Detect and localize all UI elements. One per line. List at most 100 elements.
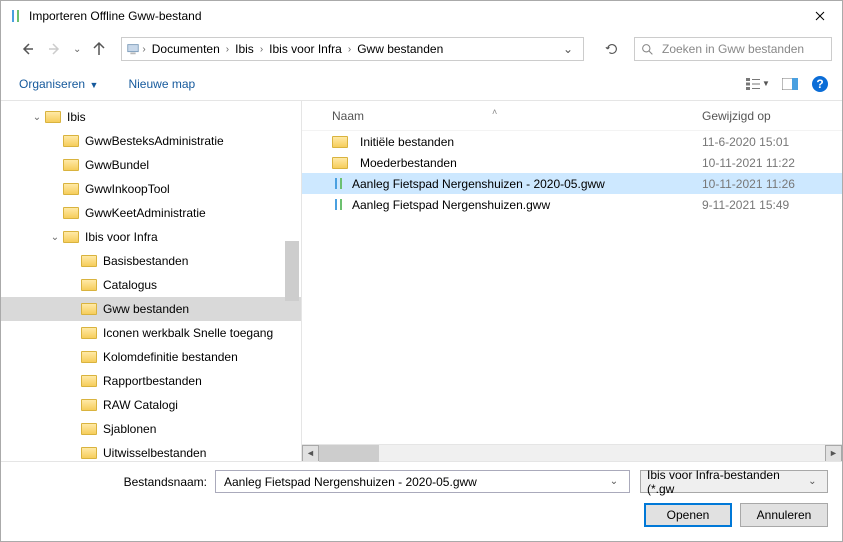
file-list[interactable]: Initiële bestanden11-6-2020 15:01Moederb…: [302, 131, 842, 444]
folder-tree[interactable]: ⌄Ibis GwwBesteksAdministratie GwwBundel Gww…: [1, 101, 301, 461]
tree-item-label: GwwKeetAdministratie: [85, 206, 206, 220]
folder-icon: [81, 399, 97, 411]
tree-item[interactable]: GwwBundel: [1, 153, 301, 177]
column-modified[interactable]: Gewijzigd op: [702, 109, 842, 123]
scrollbar-thumb[interactable]: [319, 445, 379, 462]
chevron-right-icon: ›: [260, 44, 263, 55]
file-type-filter[interactable]: Ibis voor Infra-bestanden (*.gw ⌄: [640, 470, 828, 493]
tree-item[interactable]: Catalogus: [1, 273, 301, 297]
cancel-button[interactable]: Annuleren: [740, 503, 828, 527]
tree-item[interactable]: Iconen werkbalk Snelle toegang: [1, 321, 301, 345]
preview-pane-button[interactable]: [776, 73, 804, 95]
folder-icon: [63, 135, 79, 147]
file-open-dialog: Importeren Offline Gww-bestand ⌄ › Docum…: [0, 0, 843, 542]
tree-item[interactable]: GwwBesteksAdministratie: [1, 129, 301, 153]
arrow-up-icon: [91, 41, 107, 57]
list-item[interactable]: Moederbestanden10-11-2021 11:22: [302, 152, 842, 173]
filename-input[interactable]: [222, 474, 605, 490]
close-button[interactable]: [797, 1, 842, 31]
arrow-right-icon: [47, 41, 63, 57]
tree-item[interactable]: Gww bestanden: [1, 297, 301, 321]
new-folder-button[interactable]: Nieuwe map: [124, 73, 199, 95]
organize-button[interactable]: Organiseren ▼: [15, 73, 102, 95]
breadcrumb-part[interactable]: Ibis: [231, 40, 258, 58]
expander-icon[interactable]: ⌄: [49, 232, 61, 243]
tree-item[interactable]: RAW Catalogi: [1, 393, 301, 417]
scroll-track[interactable]: [319, 445, 825, 462]
preview-pane-icon: [782, 78, 798, 90]
folder-icon: [63, 183, 79, 195]
filename-label: Bestandsnaam:: [15, 475, 215, 489]
tree-item-label: Sjablonen: [103, 422, 156, 436]
refresh-icon: [605, 42, 619, 56]
chevron-down-icon[interactable]: ⌄: [804, 476, 821, 487]
file-name: Moederbestanden: [360, 156, 457, 170]
tree-item[interactable]: ⌄ Ibis voor Infra: [1, 225, 301, 249]
file-name: Aanleg Fietspad Nergenshuizen.gww: [352, 198, 550, 212]
folder-icon: [81, 279, 97, 291]
filename-combo[interactable]: ⌄: [215, 470, 630, 493]
scroll-left-button[interactable]: ◄: [302, 445, 319, 462]
folder-icon: [63, 231, 79, 243]
close-icon: [815, 11, 825, 21]
recent-dropdown[interactable]: ⌄: [73, 44, 81, 55]
tree-item-label: GwwInkoopTool: [85, 182, 170, 196]
tree-item[interactable]: Rapportbestanden: [1, 369, 301, 393]
arrow-left-icon: [19, 41, 35, 57]
expander-icon[interactable]: ⌄: [31, 112, 43, 123]
filter-label: Ibis voor Infra-bestanden (*.gw: [647, 468, 804, 496]
chevron-down-icon[interactable]: ⌄: [605, 476, 623, 487]
tree-item-label: GwwBesteksAdministratie: [85, 134, 224, 148]
gww-file-icon: [332, 177, 346, 191]
open-button[interactable]: Openen: [644, 503, 732, 527]
tree-item-label: RAW Catalogi: [103, 398, 178, 412]
breadcrumb-part[interactable]: Ibis voor Infra: [265, 40, 346, 58]
toolbar: Organiseren ▼ Nieuwe map ▼ ?: [1, 67, 842, 101]
app-icon: [9, 9, 23, 23]
breadcrumb[interactable]: › Documenten › Ibis › Ibis voor Infra › …: [121, 37, 584, 61]
folder-icon: [81, 303, 97, 315]
tree-item[interactable]: Sjablonen: [1, 417, 301, 441]
list-item[interactable]: Aanleg Fietspad Nergenshuizen.gww9-11-20…: [302, 194, 842, 215]
tree-item-label: GwwBundel: [85, 158, 149, 172]
column-name[interactable]: Naam ˄: [332, 109, 702, 123]
help-icon: ?: [816, 77, 823, 91]
tree-item-label: Ibis voor Infra: [85, 230, 158, 244]
scroll-right-button[interactable]: ►: [825, 445, 842, 462]
folder-icon: [81, 447, 97, 459]
tree-item[interactable]: Basisbestanden: [1, 249, 301, 273]
folder-icon: [81, 423, 97, 435]
search-input[interactable]: [660, 41, 825, 57]
tree-item-label: Basisbestanden: [103, 254, 188, 268]
folder-icon: [63, 207, 79, 219]
folder-icon: [81, 375, 97, 387]
file-date: 11-6-2020 15:01: [702, 135, 842, 149]
folder-icon: [81, 255, 97, 267]
chevron-right-icon: ›: [142, 44, 145, 55]
tree-item-label: Iconen werkbalk Snelle toegang: [103, 326, 273, 340]
help-button[interactable]: ?: [812, 76, 828, 92]
chevron-down-icon: ▼: [87, 80, 98, 90]
tree-item[interactable]: Uitwisselbestanden: [1, 441, 301, 461]
tree-item[interactable]: GwwKeetAdministratie: [1, 201, 301, 225]
tree-item-label: Rapportbestanden: [103, 374, 202, 388]
search-box[interactable]: [634, 37, 832, 61]
back-button[interactable]: [15, 37, 39, 61]
breadcrumb-part[interactable]: Gww bestanden: [353, 40, 447, 58]
file-date: 10-11-2021 11:26: [702, 177, 842, 191]
tree-item[interactable]: Kolomdefinitie bestanden: [1, 345, 301, 369]
view-options-button[interactable]: ▼: [744, 73, 772, 95]
breadcrumb-part[interactable]: Documenten: [148, 40, 224, 58]
list-item[interactable]: Aanleg Fietspad Nergenshuizen - 2020-05.…: [302, 173, 842, 194]
breadcrumb-dropdown[interactable]: ⌄: [557, 42, 579, 56]
refresh-button[interactable]: [598, 37, 626, 61]
scrollbar-thumb[interactable]: [285, 241, 299, 301]
forward-button[interactable]: [43, 37, 67, 61]
tree-item[interactable]: GwwInkoopTool: [1, 177, 301, 201]
horizontal-scrollbar[interactable]: ◄ ►: [302, 444, 842, 461]
folder-icon: [81, 327, 97, 339]
list-item[interactable]: Initiële bestanden11-6-2020 15:01: [302, 131, 842, 152]
tree-item[interactable]: ⌄Ibis: [1, 105, 301, 129]
up-button[interactable]: [87, 37, 111, 61]
column-name-label: Naam: [332, 109, 364, 123]
